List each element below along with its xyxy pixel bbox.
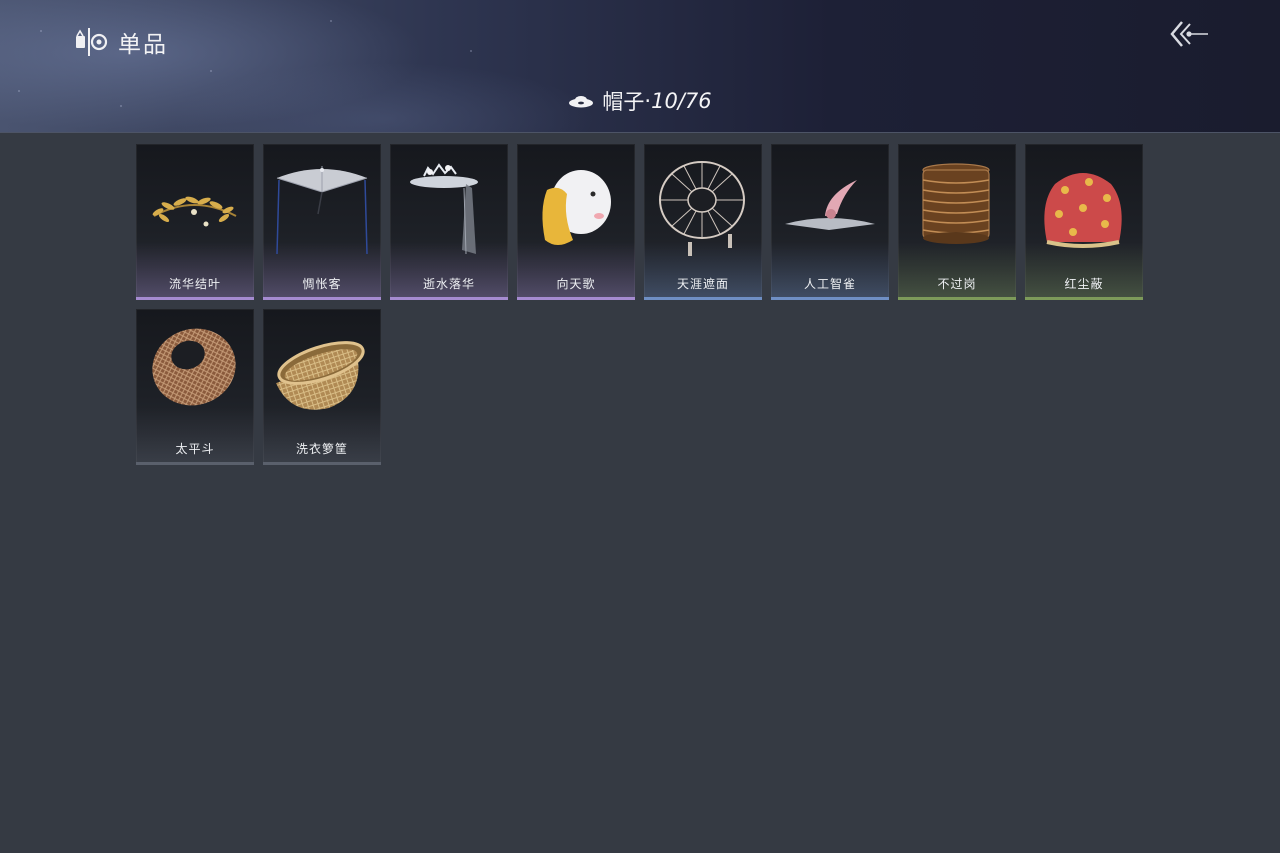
page-heading: 单品 xyxy=(74,26,168,58)
item-card[interactable]: 逝水落华 xyxy=(390,144,508,300)
item-name: 逝水落华 xyxy=(422,277,475,291)
veiled-straw-hat-icon xyxy=(263,154,381,264)
rarity-bar xyxy=(136,462,254,465)
category-separator: · xyxy=(644,89,652,113)
rarity-bar xyxy=(644,297,762,300)
woven-basket-hat-icon xyxy=(136,319,254,429)
item-card[interactable]: 人工智雀 xyxy=(771,144,889,300)
item-name: 太平斗 xyxy=(175,442,215,456)
wardrobe-icon xyxy=(74,26,108,58)
item-name: 惆怅客 xyxy=(302,277,342,291)
item-card[interactable]: 向天歌 xyxy=(517,144,635,300)
category-header: 帽子 · 10/76 xyxy=(0,86,1280,116)
rarity-bar xyxy=(263,297,381,300)
item-card[interactable]: 洗衣箩筐 xyxy=(263,309,381,465)
rarity-bar xyxy=(263,462,381,465)
hat-icon xyxy=(568,94,594,108)
header-bar: 单品 帽子 · 10/76 xyxy=(0,0,1280,133)
wire-frame-hat-icon xyxy=(644,154,762,264)
item-name: 不过岗 xyxy=(937,277,977,291)
item-name: 洗衣箩筐 xyxy=(295,442,348,456)
stacked-bowls-hat-icon xyxy=(898,154,1016,264)
category-label: 帽子 xyxy=(602,90,645,114)
bird-hat-icon xyxy=(771,154,889,264)
rarity-bar xyxy=(517,297,635,300)
goose-hood-icon xyxy=(517,154,635,264)
item-name: 人工智雀 xyxy=(803,277,856,291)
item-name: 红尘蔽 xyxy=(1064,277,1104,291)
item-count: 10/76 xyxy=(651,89,712,113)
item-card[interactable]: 不过岗 xyxy=(898,144,1016,300)
item-card[interactable]: 流华结叶 xyxy=(136,144,254,300)
rarity-bar xyxy=(390,297,508,300)
flower-veil-hat-icon xyxy=(390,154,508,264)
item-name: 流华结叶 xyxy=(168,277,221,291)
item-name: 天涯遮面 xyxy=(676,277,729,291)
back-button[interactable] xyxy=(1166,18,1210,52)
rarity-bar xyxy=(1025,297,1143,300)
double-chevron-left-icon xyxy=(1166,21,1210,56)
item-card[interactable]: 惆怅客 xyxy=(263,144,381,300)
star-speck xyxy=(40,30,42,32)
rarity-bar xyxy=(898,297,1016,300)
laundry-basket-icon xyxy=(263,319,381,429)
page-title: 单品 xyxy=(118,32,168,58)
item-card[interactable]: 红尘蔽 xyxy=(1025,144,1143,300)
star-speck xyxy=(210,70,212,72)
item-card[interactable]: 天涯遮面 xyxy=(644,144,762,300)
star-speck xyxy=(330,20,332,22)
rarity-bar xyxy=(136,297,254,300)
star-speck xyxy=(470,50,472,52)
golden-leaf-circlet-icon xyxy=(136,154,254,264)
red-floral-hood-icon xyxy=(1025,154,1143,264)
item-card[interactable]: 太平斗 xyxy=(136,309,254,465)
item-name: 向天歌 xyxy=(556,277,596,291)
rarity-bar xyxy=(771,297,889,300)
